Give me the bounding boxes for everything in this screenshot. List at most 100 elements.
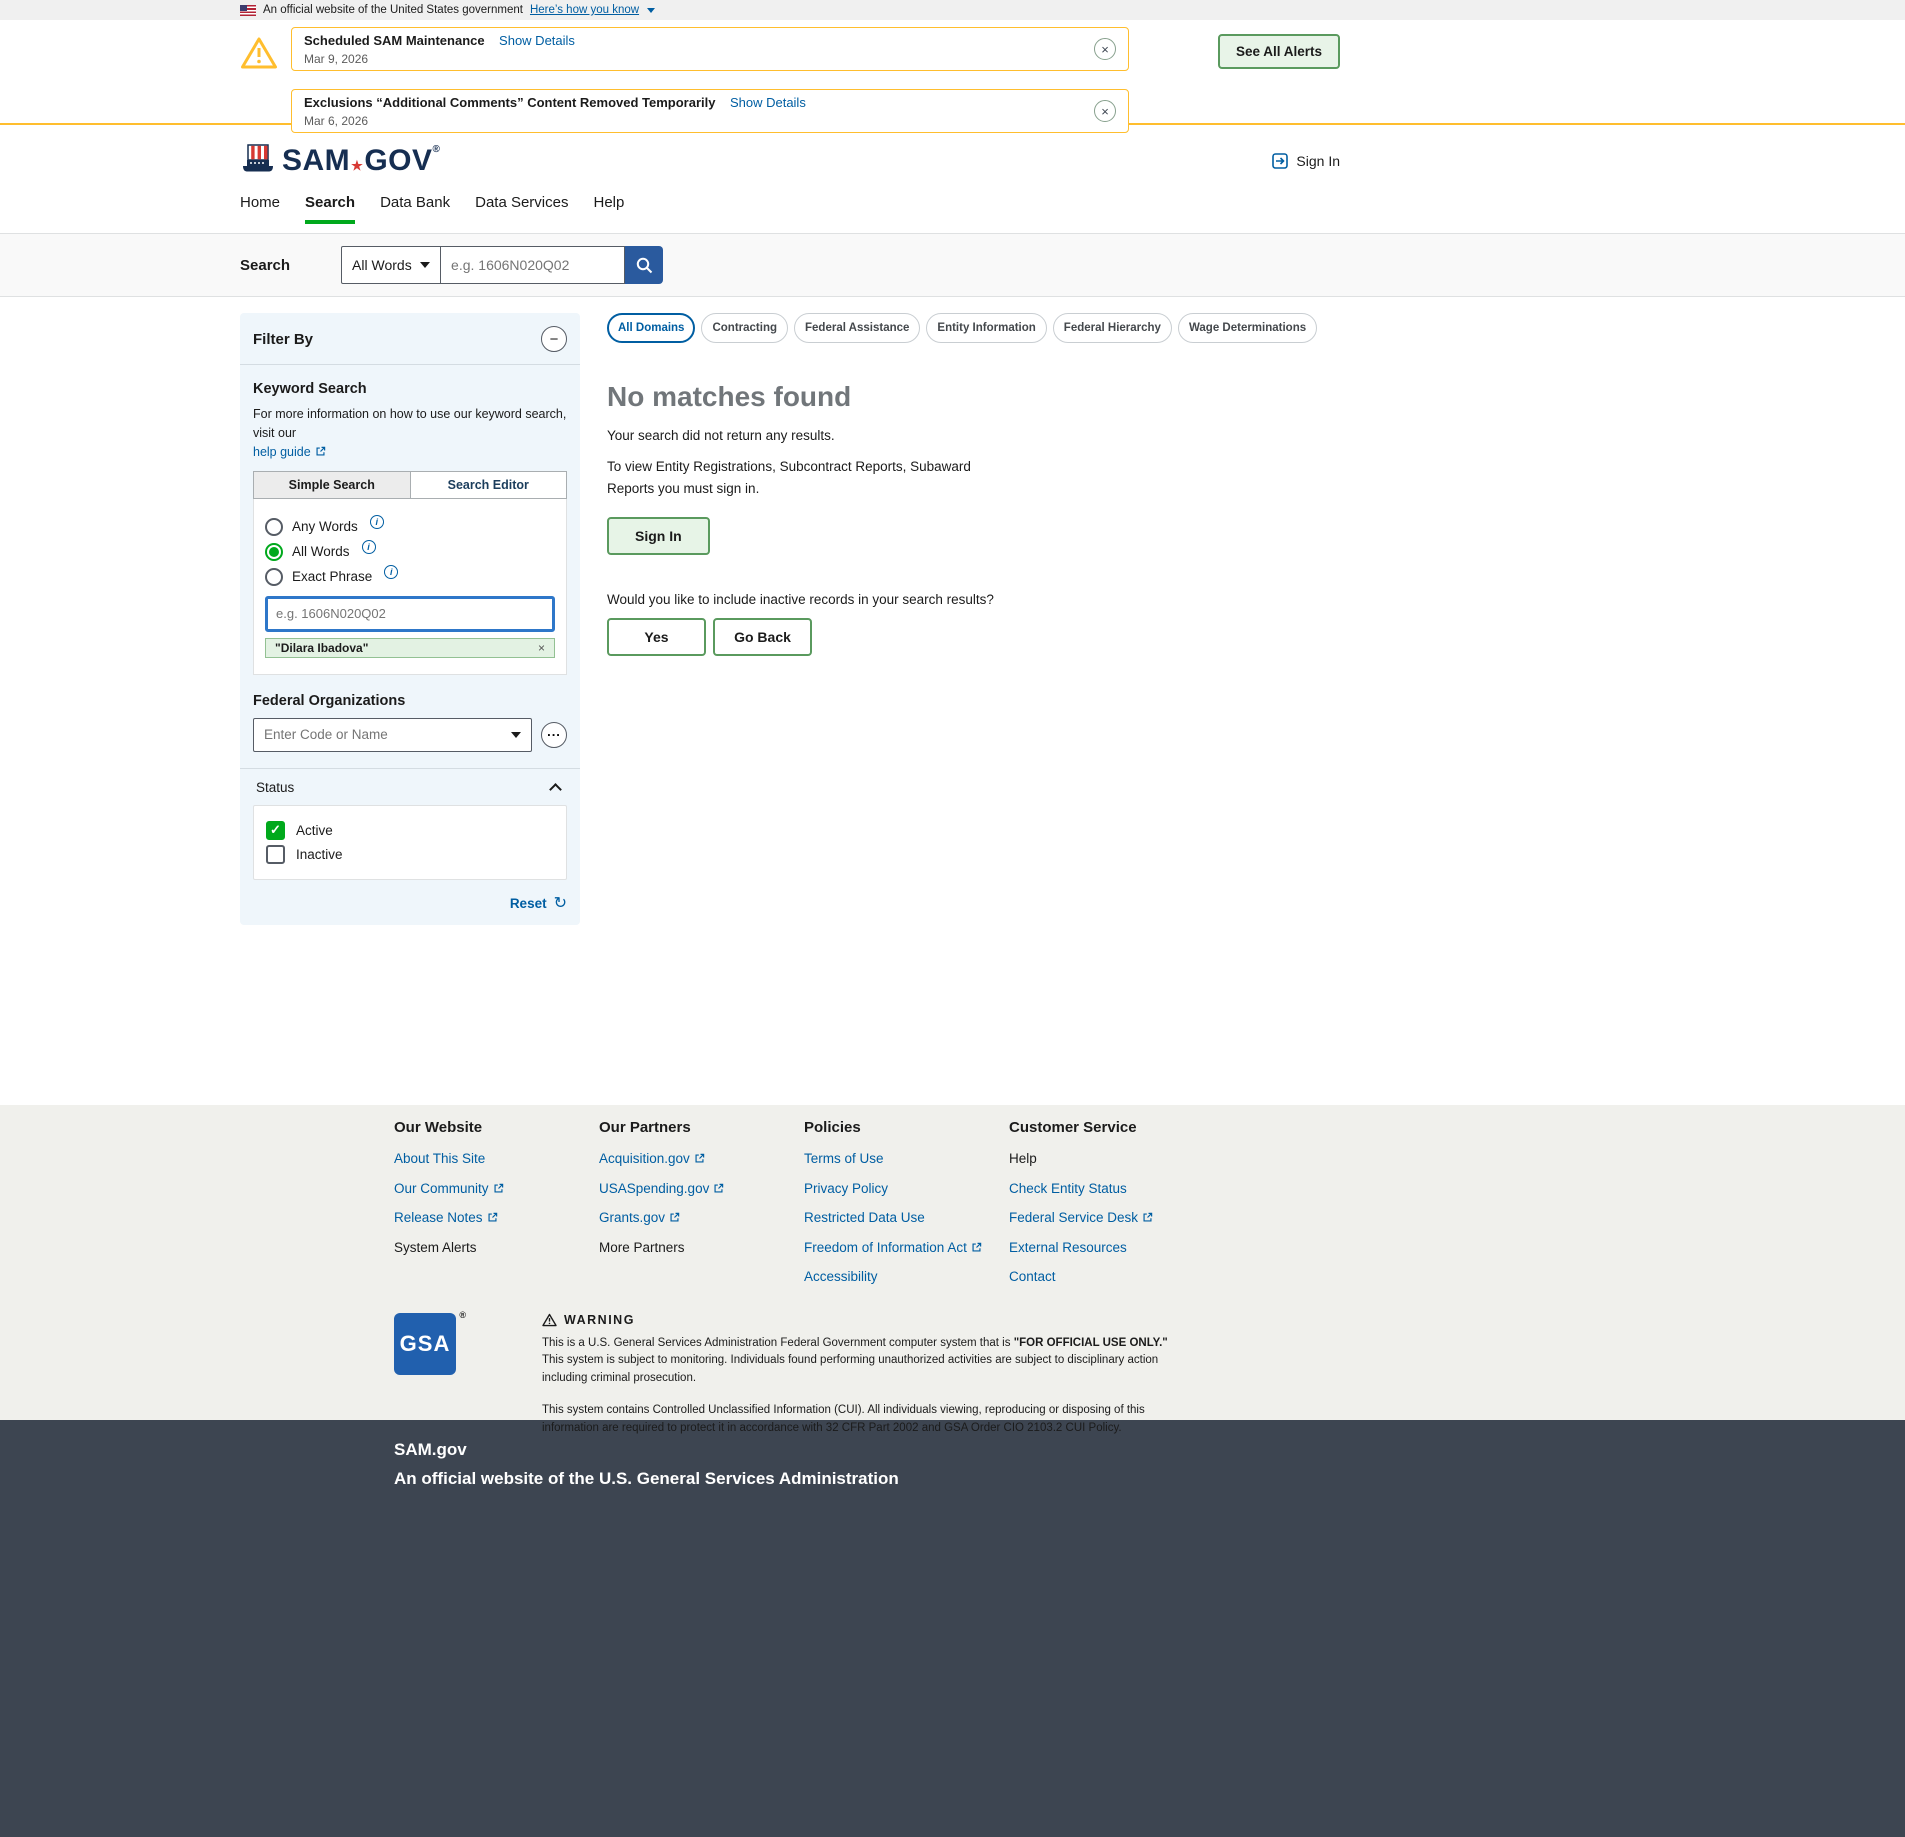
see-all-alerts-button[interactable]: See All Alerts bbox=[1218, 34, 1340, 69]
warning-heading: WARNING bbox=[564, 1313, 635, 1327]
search-label: Search bbox=[240, 257, 290, 274]
nav-search[interactable]: Search bbox=[305, 194, 355, 224]
footer-link-label: Help bbox=[1009, 1151, 1037, 1166]
footer-link[interactable]: Help bbox=[1009, 1151, 1214, 1166]
inactive-records-question: Would you like to include inactive recor… bbox=[607, 592, 1340, 607]
us-flag-icon bbox=[240, 5, 256, 16]
info-icon[interactable]: i bbox=[384, 565, 398, 579]
footer-link[interactable]: More Partners bbox=[599, 1240, 804, 1255]
footer-link-label: Terms of Use bbox=[804, 1151, 884, 1166]
keyword-chip: "Dilara Ibadova" × bbox=[265, 638, 555, 658]
logo-star-icon: ★ bbox=[351, 158, 363, 173]
footer-link[interactable]: Freedom of Information Act bbox=[804, 1240, 1009, 1255]
footer-column-title: Our Website bbox=[394, 1119, 599, 1136]
domain-pill-federal-assistance[interactable]: Federal Assistance bbox=[794, 313, 920, 343]
external-link-icon bbox=[971, 1242, 982, 1253]
federal-organizations-select[interactable]: Enter Code or Name bbox=[253, 718, 532, 752]
footer-link[interactable]: Accessibility bbox=[804, 1269, 1009, 1284]
footer-link[interactable]: Grants.gov bbox=[599, 1210, 804, 1225]
logo-gov: GOV bbox=[364, 144, 432, 177]
banner-how-you-know-link[interactable]: Here’s how you know bbox=[530, 4, 639, 16]
keyword-search-input[interactable] bbox=[265, 596, 555, 632]
domain-pill-contracting[interactable]: Contracting bbox=[701, 313, 788, 343]
footer-link[interactable]: Restricted Data Use bbox=[804, 1210, 1009, 1225]
search-button[interactable] bbox=[625, 246, 663, 284]
radio-circle[interactable] bbox=[265, 543, 283, 561]
alert-list: Scheduled SAM Maintenance Show Details M… bbox=[291, 27, 1129, 133]
close-icon[interactable]: × bbox=[1094, 100, 1116, 122]
footer-link-columns: Our Website About This Site Our Communit… bbox=[394, 1119, 1340, 1299]
reset-icon[interactable]: ↻ bbox=[554, 896, 567, 912]
info-icon[interactable]: i bbox=[362, 540, 376, 554]
footer-link-label: Check Entity Status bbox=[1009, 1181, 1127, 1196]
go-back-button[interactable]: Go Back bbox=[713, 618, 812, 656]
footer-link[interactable]: System Alerts bbox=[394, 1240, 599, 1255]
more-options-button[interactable]: ... bbox=[541, 722, 567, 748]
nav-home[interactable]: Home bbox=[240, 194, 280, 224]
radio-exact-phrase[interactable]: Exact Phrase i bbox=[265, 568, 560, 586]
nav-data-services[interactable]: Data Services bbox=[475, 194, 568, 224]
footer-link[interactable]: Acquisition.gov bbox=[599, 1151, 804, 1166]
alert-show-details-link[interactable]: Show Details bbox=[730, 95, 806, 110]
search-mode-select[interactable]: All Words bbox=[341, 246, 441, 284]
sign-in-button[interactable]: Sign In bbox=[607, 517, 710, 555]
help-guide-link[interactable]: help guide bbox=[253, 445, 326, 459]
sign-in-link[interactable]: Sign In bbox=[1271, 152, 1340, 170]
global-search-input[interactable] bbox=[441, 246, 625, 284]
domain-pill-all-domains[interactable]: All Domains bbox=[607, 313, 695, 343]
footer-link-label: Federal Service Desk bbox=[1009, 1210, 1138, 1225]
footer-link[interactable]: Check Entity Status bbox=[1009, 1181, 1214, 1196]
nav-help[interactable]: Help bbox=[593, 194, 624, 224]
sign-in-label: Sign In bbox=[1296, 153, 1340, 169]
alert-show-details-link[interactable]: Show Details bbox=[499, 33, 575, 48]
domain-pill-federal-hierarchy[interactable]: Federal Hierarchy bbox=[1053, 313, 1172, 343]
chevron-down-icon bbox=[511, 732, 521, 738]
reset-filters-link[interactable]: Reset bbox=[510, 896, 547, 911]
footer-link-label: Acquisition.gov bbox=[599, 1151, 690, 1166]
footer-link[interactable]: Privacy Policy bbox=[804, 1181, 1009, 1196]
footer-link[interactable]: Release Notes bbox=[394, 1210, 599, 1225]
checkbox-icon[interactable] bbox=[266, 821, 285, 840]
footer-link-label: Release Notes bbox=[394, 1210, 483, 1225]
footer-link[interactable]: USASpending.gov bbox=[599, 1181, 804, 1196]
checkbox-active[interactable]: Active bbox=[266, 821, 554, 840]
tab-search-editor[interactable]: Search Editor bbox=[410, 472, 567, 498]
gsa-logo-text: GSA bbox=[400, 1331, 451, 1357]
footer-link[interactable]: External Resources bbox=[1009, 1240, 1214, 1255]
domain-pill-entity-information[interactable]: Entity Information bbox=[926, 313, 1046, 343]
radio-label: All Words bbox=[292, 544, 350, 559]
keyword-search-tabs: Simple Search Search Editor bbox=[253, 471, 567, 499]
status-section-toggle[interactable]: Status bbox=[253, 780, 567, 795]
sign-in-icon bbox=[1271, 152, 1289, 170]
footer-link[interactable]: Federal Service Desk bbox=[1009, 1210, 1214, 1225]
footer-link[interactable]: About This Site bbox=[394, 1151, 599, 1166]
radio-all-words[interactable]: All Words i bbox=[265, 543, 560, 561]
external-link-icon bbox=[1142, 1212, 1153, 1223]
footer-link[interactable]: Our Community bbox=[394, 1181, 599, 1196]
chip-remove-icon[interactable]: × bbox=[538, 641, 545, 655]
radio-any-words[interactable]: Any Words i bbox=[265, 518, 560, 536]
footer-link[interactable]: Terms of Use bbox=[804, 1151, 1009, 1166]
yes-button[interactable]: Yes bbox=[607, 618, 706, 656]
usa-official-banner: An official website of the United States… bbox=[0, 0, 1905, 20]
external-link-icon bbox=[315, 446, 326, 457]
tab-simple-search[interactable]: Simple Search bbox=[254, 472, 410, 498]
alert-date: Mar 9, 2026 bbox=[304, 52, 575, 66]
checkbox-icon[interactable] bbox=[266, 845, 285, 864]
help-guide-label: help guide bbox=[253, 445, 311, 459]
checkbox-inactive[interactable]: Inactive bbox=[266, 845, 554, 864]
nav-data-bank[interactable]: Data Bank bbox=[380, 194, 450, 224]
sam-gov-logo[interactable]: SAM★GOV® bbox=[240, 141, 440, 181]
domain-pill-wage-determinations[interactable]: Wage Determinations bbox=[1178, 313, 1317, 343]
radio-circle[interactable] bbox=[265, 518, 283, 536]
alert-title: Exclusions “Additional Comments” Content… bbox=[304, 95, 716, 110]
footer-link-label: System Alerts bbox=[394, 1240, 477, 1255]
footer-link-label: Privacy Policy bbox=[804, 1181, 888, 1196]
site-header: SAM★GOV® Sign In Home Search Data Bank D… bbox=[0, 125, 1905, 233]
collapse-panel-button[interactable]: − bbox=[541, 326, 567, 352]
close-icon[interactable]: × bbox=[1094, 38, 1116, 60]
radio-circle[interactable] bbox=[265, 568, 283, 586]
info-icon[interactable]: i bbox=[370, 515, 384, 529]
footer-link-label: Restricted Data Use bbox=[804, 1210, 925, 1225]
footer-link[interactable]: Contact bbox=[1009, 1269, 1214, 1284]
